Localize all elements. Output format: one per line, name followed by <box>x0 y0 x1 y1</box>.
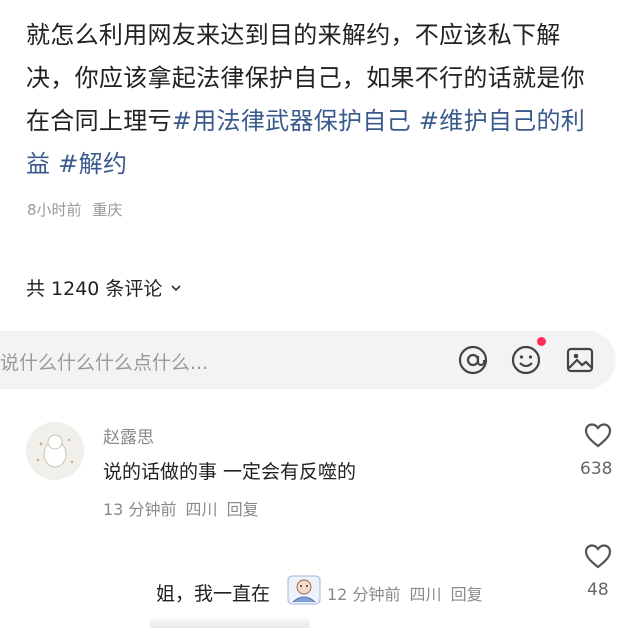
comment-text: 说的话做的事 一定会有反噬的 <box>103 461 357 483</box>
post-text: 就怎么利用网友来达到目的来解约，不应该私下解 决，你应该拿起法律保护自己，如果不… <box>26 14 616 186</box>
reply-time: 12 分钟前 <box>327 585 401 604</box>
image-icon[interactable] <box>564 344 596 376</box>
reply-meta: 12 分钟前 四川 回复 <box>327 581 483 605</box>
comment-author[interactable]: 赵露思 <box>103 423 154 448</box>
post-time: 8小时前 <box>27 201 82 219</box>
sticker-icon <box>287 575 321 605</box>
reply-text: 姐，我一直在 <box>156 583 271 605</box>
post-line: 在合同上理亏#用法律武器保护自己 #维护自己的利 <box>26 100 616 143</box>
emoji-icon[interactable] <box>510 344 542 376</box>
avatar-image <box>36 434 74 468</box>
like-count: 638 <box>580 459 613 479</box>
hashtag-link[interactable]: #维护自己的利 <box>419 107 585 135</box>
post-line: 益 #解约 <box>26 143 616 186</box>
post-line: 决，你应该拿起法律保护自己，如果不行的话就是你 <box>26 64 585 92</box>
hashtag-link[interactable]: 益 <box>26 150 50 178</box>
reply-button[interactable]: 回复 <box>451 585 483 604</box>
at-icon[interactable] <box>457 344 489 376</box>
heart-icon[interactable] <box>583 421 613 449</box>
post-meta: 8小时前 重庆 <box>27 199 122 220</box>
avatar[interactable] <box>26 422 84 480</box>
comment-location: 四川 <box>185 500 218 519</box>
post-line: 就怎么利用网友来达到目的来解约，不应该私下解 <box>26 21 561 49</box>
heart-icon[interactable] <box>583 542 613 570</box>
comment-input-bar[interactable]: 说什么什么什么点什么... <box>0 331 616 389</box>
reply-location: 四川 <box>409 585 442 604</box>
post-line-text: 在合同上理亏 <box>26 107 172 135</box>
chevron-down-icon <box>171 284 182 291</box>
comment-count-label: 共 1240 条评论 <box>26 278 163 300</box>
like-count: 48 <box>587 580 609 600</box>
hashtag-link[interactable]: #用法律武器保护自己 <box>172 107 411 135</box>
clipped-content <box>150 616 310 628</box>
post-location: 重庆 <box>92 201 123 219</box>
reply-button[interactable]: 回复 <box>227 500 259 519</box>
comment-count-toggle[interactable]: 共 1240 条评论 <box>26 274 182 301</box>
notification-dot <box>537 337 546 346</box>
comment-time: 13 分钟前 <box>103 500 177 519</box>
comment-meta: 13 分钟前 四川 回复 <box>103 496 259 520</box>
comment-input-placeholder[interactable]: 说什么什么什么点什么... <box>0 348 420 375</box>
hashtag-link[interactable]: #解约 <box>58 150 127 178</box>
